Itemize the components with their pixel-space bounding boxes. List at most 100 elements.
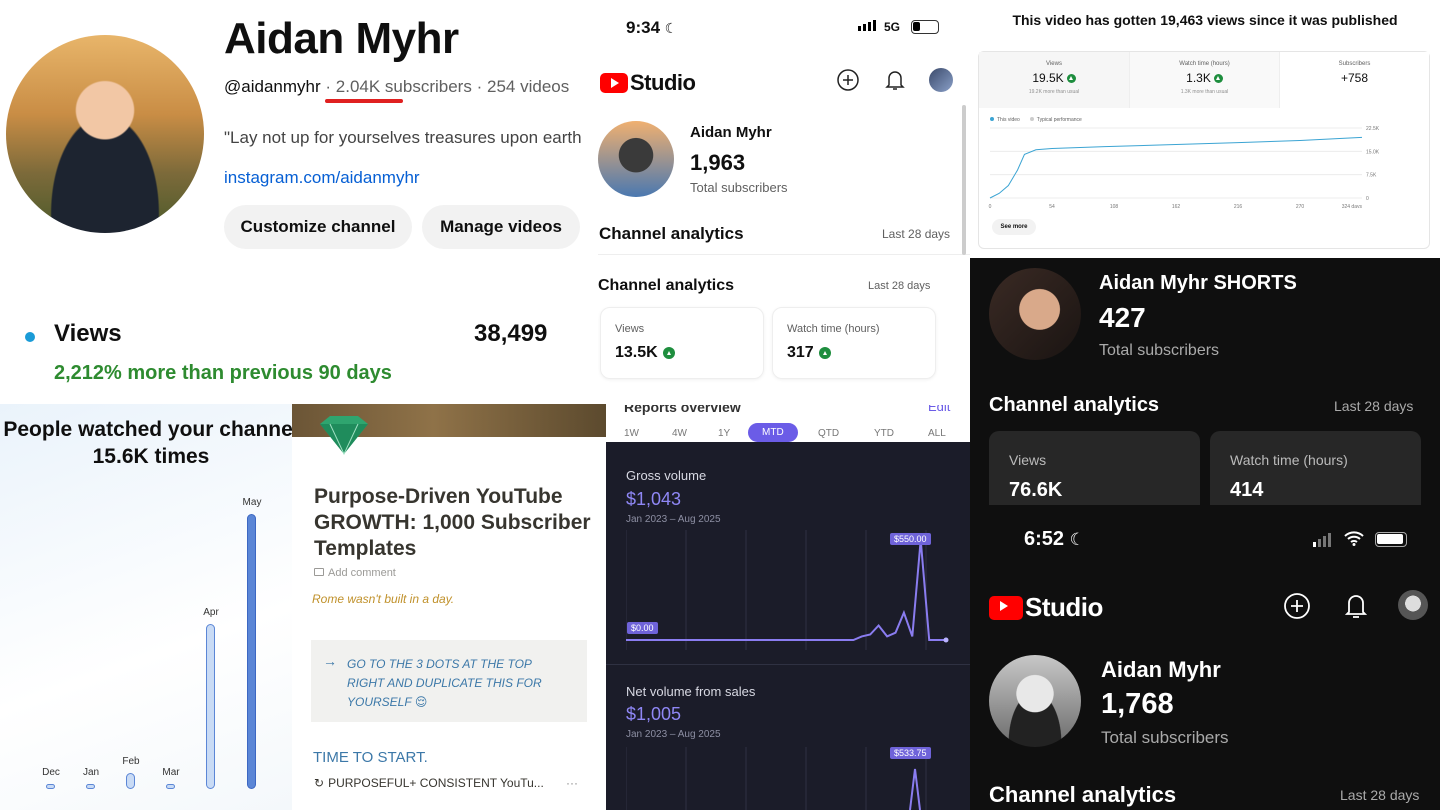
video-count: 254 videos [487,77,570,96]
gross-volume-dates: Jan 2023 – Aug 2025 [626,514,721,525]
callout-block: → GO TO THE 3 DOTS AT THE TOP RIGHT AND … [311,640,587,722]
channel-avatar-bw [989,655,1081,747]
net-volume-label: Net volume from sales [626,684,756,699]
views-change: 2,212% more than previous 90 days [54,362,392,384]
account-avatar[interactable] [1398,590,1428,620]
analytics-period: Last 28 days [882,227,951,241]
tab-views[interactable]: Views 19.5K 19.2K more than usual [979,52,1129,108]
gem-icon [316,414,372,461]
trend-up-icon [1066,73,1076,83]
gross-volume-value: $1,043 [626,489,682,509]
reports-title: Reports overview [624,405,741,415]
customize-channel-button[interactable]: Customize channel [224,205,412,249]
page-title[interactable]: Purpose-Driven YouTube GROWTH: 1,000 Sub… [314,484,594,562]
shorts-channel-name: Aidan Myhr SHORTS [1099,272,1297,294]
shorts-avatar [989,268,1081,360]
see-more-button[interactable]: See more [992,219,1036,235]
max-value-tag: $533.75 [890,747,931,759]
callout-content: GO TO THE 3 DOTS AT THE TOP RIGHT AND DU… [347,657,542,709]
range-tab[interactable]: YTD [874,428,894,439]
channel-avatar-small [598,121,674,197]
month-bar [86,783,95,789]
watch-time-card[interactable]: Watch time (hours) 317 [772,307,936,379]
divider [606,664,970,665]
views-legend-dot [25,332,35,342]
x-tick-label: 270 [1296,204,1305,208]
trend-up-icon [1213,73,1223,83]
range-tab[interactable]: ALL [928,428,946,439]
tab-note: 1.3K more than usual [1180,89,1229,95]
tab-watch-time[interactable]: Watch time (hours) 1.3K 1.3K more than u… [1129,52,1279,108]
card-label: Views [615,323,645,335]
range-tab[interactable]: 1W [624,428,639,439]
red-underline-mark [325,99,403,103]
tab-subscribers[interactable]: Subscribers +758 [1279,52,1429,108]
legend-this-video: This video [990,117,1020,123]
card-label: Watch time (hours) [787,323,880,335]
channel-avatar[interactable] [6,35,204,233]
month-label: May [242,497,262,508]
tab-label: Subscribers [1338,61,1371,67]
range-tab[interactable]: QTD [818,428,839,439]
tab-value-row: 1.3K [1130,71,1279,85]
range-tab[interactable]: MTD [748,423,798,442]
scrollbar[interactable] [962,105,966,255]
channel-link[interactable]: instagram.com/aidanmyhr [224,168,420,188]
card-value: 13.5K [615,344,658,361]
carrier-label: 5G [884,20,901,34]
studio-logo-text: Studio [630,70,696,95]
views-label: Views [54,320,122,347]
status-time: 6:52 ☾ [1024,528,1085,551]
create-icon[interactable] [1283,592,1311,620]
channel-header-panel: Aidan Myhr @aidanmyhr · 2.04K subscriber… [0,0,598,300]
youtube-play-icon [989,595,1023,620]
section-heading: TIME TO START. [313,749,428,766]
sales-report-panel: Reports overview Edit 1W 4W 1Y MTD QTD YTD ALL… [606,405,970,810]
manage-videos-button[interactable]: Manage videos [422,205,580,249]
card-value-row: 13.5K [615,344,675,362]
month-bar [126,772,135,789]
shorts-watch-time-card[interactable]: Watch time (hours) 414 [1210,431,1421,505]
month-bar [206,624,215,789]
studio-logo[interactable]: Studio [600,70,696,96]
add-comment-link[interactable]: Add comment [314,567,396,579]
moon-icon: ☾ [664,20,678,36]
more-options-icon[interactable]: ··· [566,776,578,790]
studio-logo[interactable]: Studio [989,592,1103,623]
edit-link[interactable]: Edit [928,405,950,414]
card-label: Views [1009,452,1047,468]
x-tick-label: 162 [1172,204,1181,208]
meta-separator: · [476,77,483,96]
page-link-item[interactable]: ↻ PURPOSEFUL+ CONSISTENT YouTu... [314,776,544,790]
tab-note: 19.2K more than usual [1028,89,1080,95]
studio-dark-analytics-title: Channel analytics [989,782,1177,807]
notifications-bell-icon[interactable] [1342,592,1370,620]
month-label: Dec [42,766,60,778]
month-label: Feb [122,755,140,767]
account-avatar[interactable] [929,68,953,92]
people-watched-panel: People watched your channel 15.6K times … [0,404,292,810]
shorts-views-card[interactable]: Views 76.6K [989,431,1200,505]
status-time: 9:34 ☾ [626,18,677,38]
studio-dark-subscriber-label: Total subscribers [1101,728,1229,747]
page-link-label: PURPOSEFUL+ CONSISTENT YouTu... [328,776,544,790]
studio-dark-panel: 6:52 ☾ Studio Aidan Myhr 1,768 Total sub… [970,505,1440,810]
analytics-title: Channel analytics [598,277,735,294]
studio-channel-name: Aidan Myhr [690,124,772,141]
create-icon[interactable] [836,68,860,92]
views-card[interactable]: Views 13.5K [600,307,764,379]
series-line [989,136,1363,199]
range-tab[interactable]: 4W [672,428,687,439]
video-performance-panel: This video has gotten 19,463 views since… [970,0,1440,258]
card-value: 76.6K [1009,479,1063,501]
legend-this-label: This video [997,117,1020,123]
month-bar [247,514,256,789]
range-tab[interactable]: 1Y [718,428,730,439]
card-value-row: 317 [787,344,831,362]
notifications-bell-icon[interactable] [883,68,907,92]
shorts-subscriber-count: 427 [1099,302,1146,333]
channel-bio[interactable]: "Lay not up for yourselves treasures upo… [224,128,582,148]
video-headline: This video has gotten 19,463 views since… [1012,12,1398,28]
studio-subscriber-label: Total subscribers [690,180,788,195]
page-tagline: Rome wasn't built in a day. [312,592,455,606]
